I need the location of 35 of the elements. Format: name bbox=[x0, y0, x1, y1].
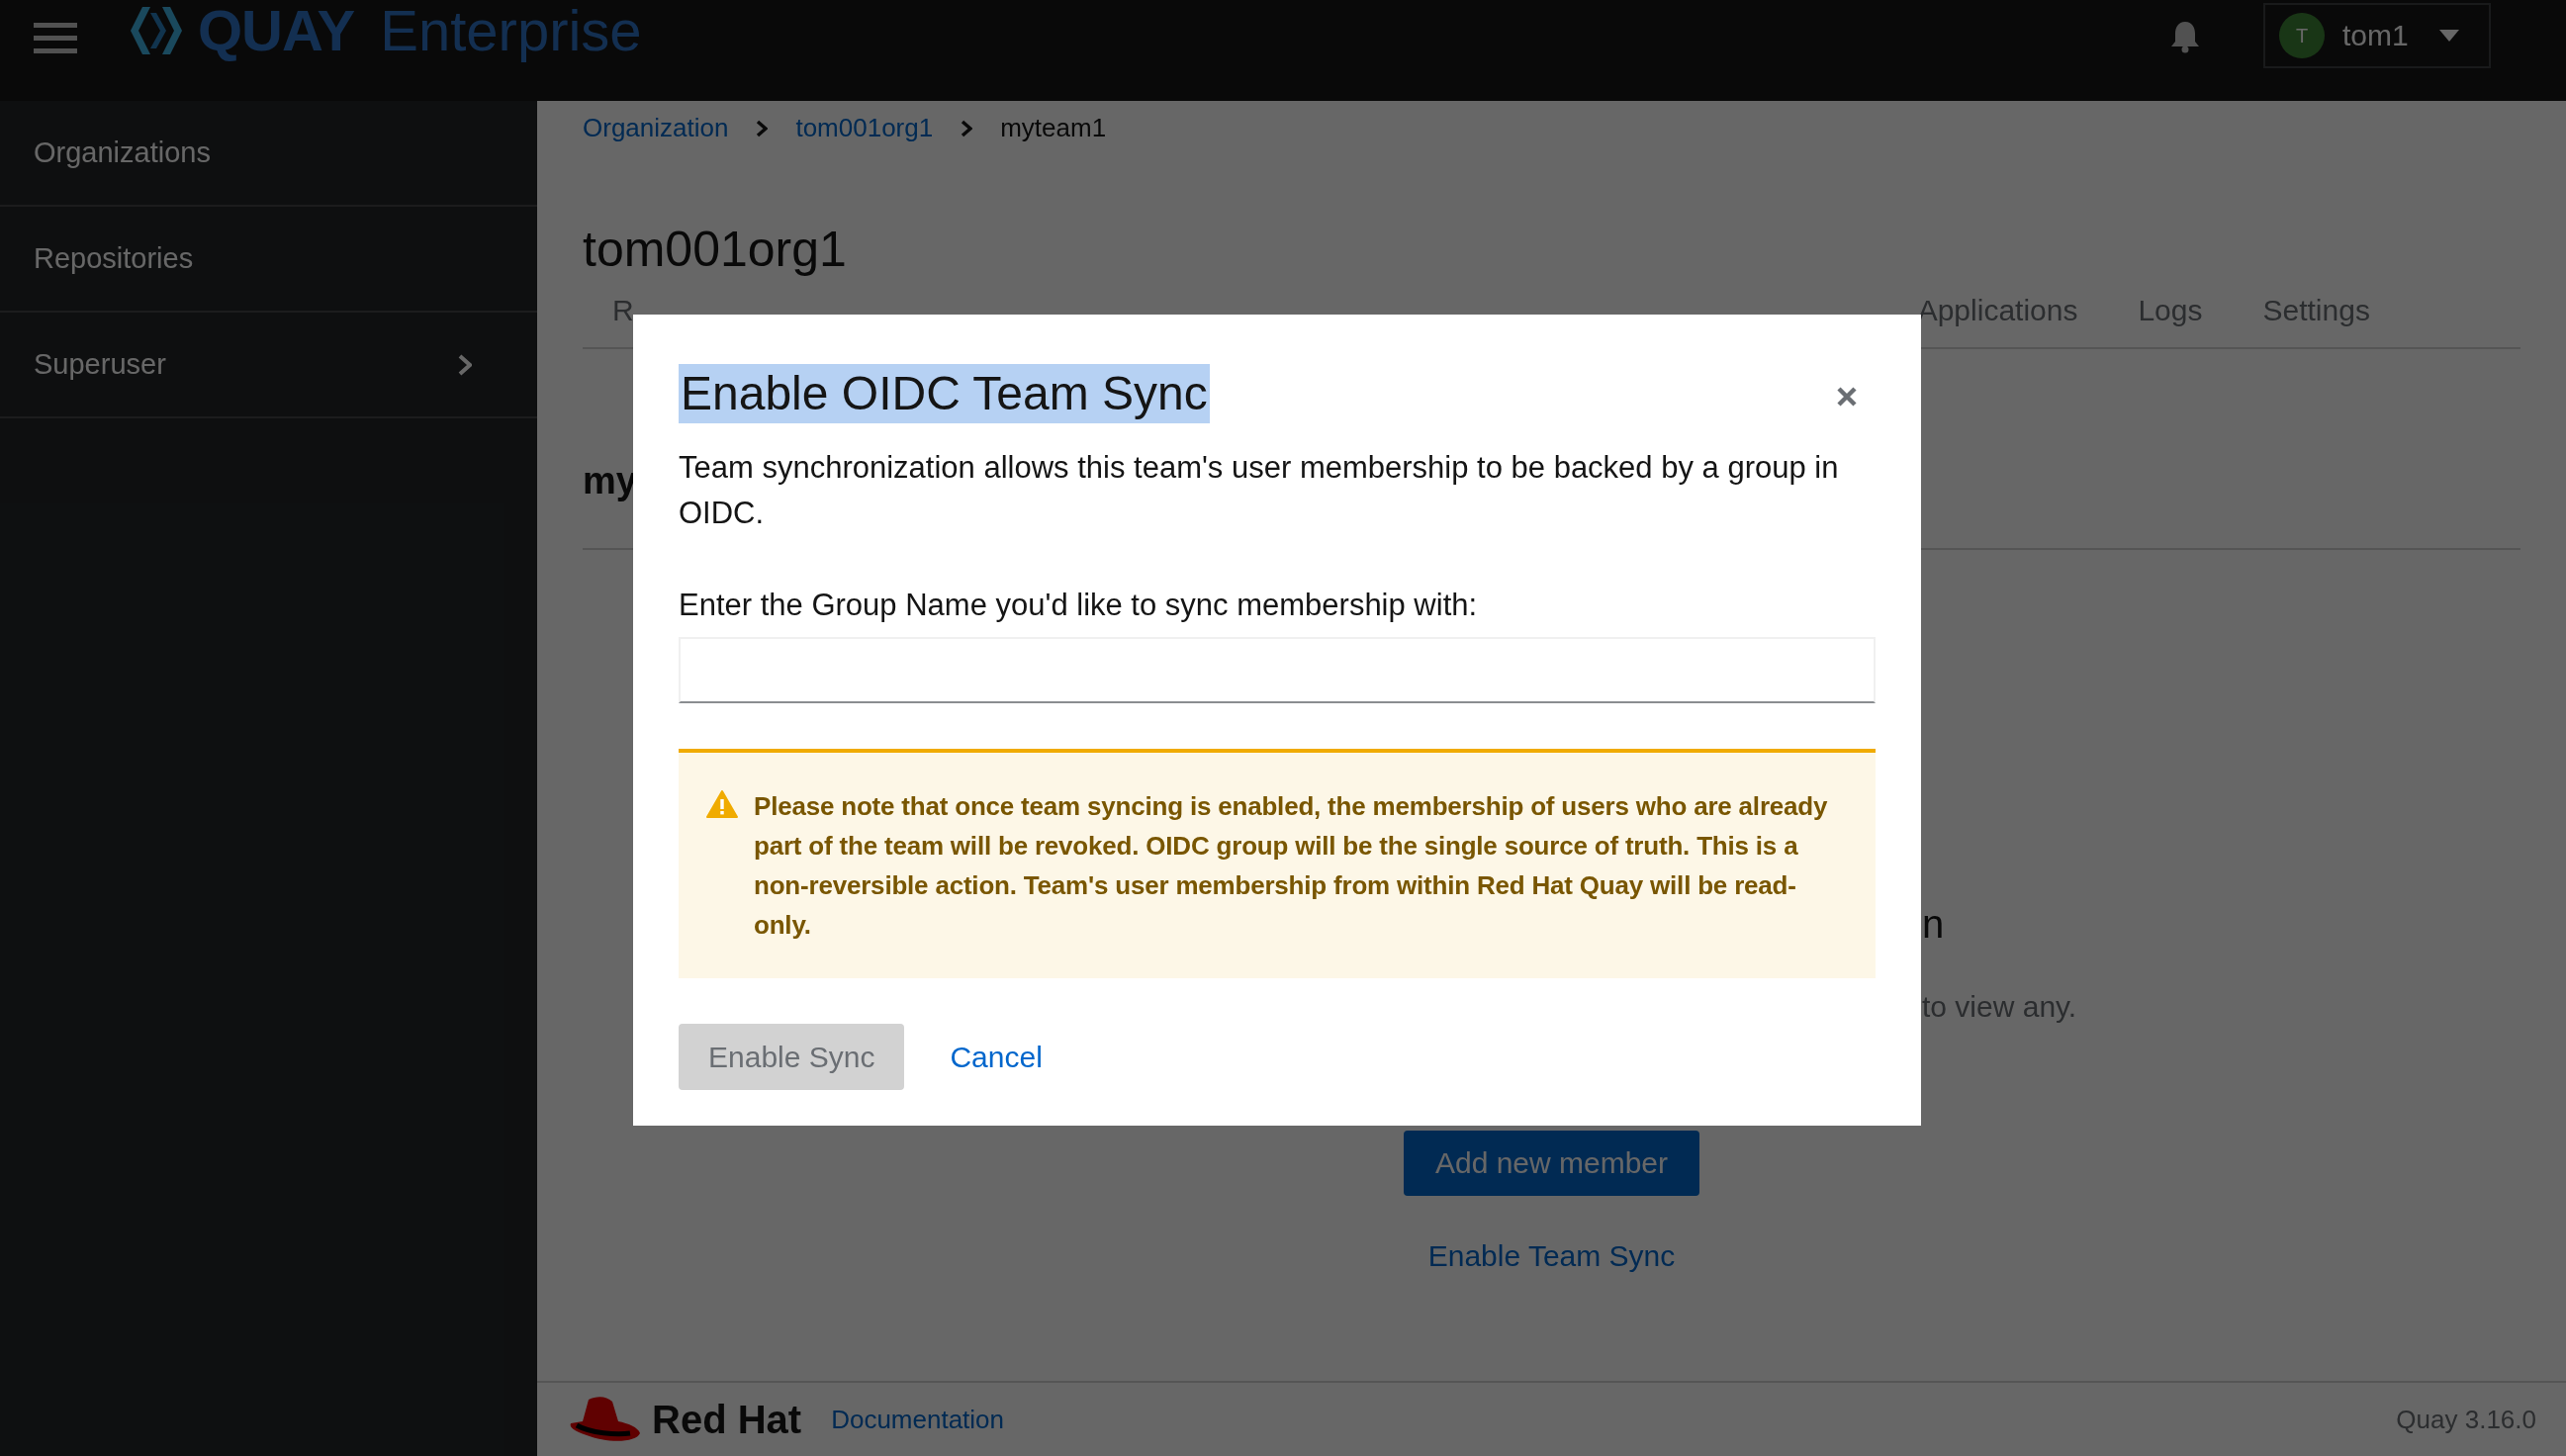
team-sync-link[interactable]: Enable Team Sync bbox=[1427, 1239, 1676, 1273]
section-heading: n bbox=[1922, 902, 1945, 946]
empty-state-text: to view any. bbox=[1922, 990, 2077, 1023]
team-heading: my bbox=[583, 460, 637, 502]
version-text: Quay 3.16.0 bbox=[2396, 1404, 2536, 1435]
tab[interactable]: Settings bbox=[2262, 282, 2370, 347]
breadcrumb-item[interactable]: Organization bbox=[583, 113, 729, 143]
close-icon[interactable] bbox=[1836, 386, 1858, 408]
cancel-link[interactable]: Cancel bbox=[950, 1040, 1043, 1074]
chevron-icon bbox=[458, 353, 472, 376]
add-member-button[interactable]: Add new member bbox=[1403, 1131, 1700, 1196]
documentation-link[interactable]: Documentation bbox=[831, 1404, 1005, 1435]
logo-product: Enterprise bbox=[380, 0, 642, 63]
modal-description: Team synchronization allows this team's user membership to be backed by a group in OIDC. bbox=[679, 449, 1840, 532]
breadcrumb-item: myteam1 bbox=[1000, 113, 1107, 143]
footer-brand: Red Hat bbox=[652, 1397, 802, 1442]
chevron-icon bbox=[961, 119, 973, 137]
user-avatar: T bbox=[2279, 13, 2325, 58]
field-label: Enter the Group Name you'd like to sync membership with: bbox=[679, 588, 1479, 623]
user-menu[interactable]: T tom1 bbox=[2263, 3, 2491, 68]
modal-title: Enable OIDC Team Sync bbox=[679, 364, 1210, 423]
group-name-field[interactable] bbox=[679, 637, 1876, 703]
breadcrumb-item[interactable]: tom001org1 bbox=[795, 113, 934, 143]
menu-icon[interactable] bbox=[34, 21, 77, 56]
caret-icon bbox=[2439, 30, 2459, 42]
page-title: tom001org1 bbox=[583, 221, 848, 278]
tab[interactable]: Logs bbox=[2138, 282, 2203, 347]
user-name: tom1 bbox=[2342, 19, 2410, 52]
warning-text: Please note that once team syncing is enabled, the membership of users who are already part of the team will be revoked. OIDC group will be the single source of truth. This is a non-reversible action. Team's user membership from within Red Hat Quay will be read-only. bbox=[754, 790, 1829, 942]
tab[interactable]: Applications bbox=[1917, 282, 2078, 347]
bell-icon[interactable] bbox=[2170, 20, 2200, 53]
logo-brand: QUAY bbox=[198, 0, 355, 63]
warning-icon bbox=[706, 790, 738, 818]
tab[interactable]: R bbox=[612, 282, 634, 347]
chevron-icon bbox=[756, 119, 769, 137]
